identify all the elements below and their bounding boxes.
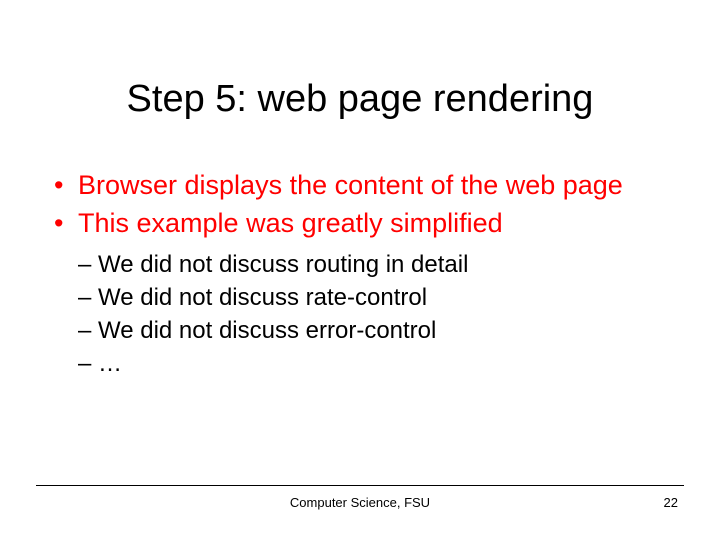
sub-bullet-item: We did not discuss rate-control — [78, 282, 672, 313]
bullet-item: This example was greatly simplified — [48, 207, 672, 241]
slide-title: Step 5: web page rendering — [0, 78, 720, 121]
slide: Step 5: web page rendering Browser displ… — [0, 0, 720, 540]
sub-bullet-item: We did not discuss routing in detail — [78, 249, 672, 280]
slide-body: Browser displays the content of the web … — [0, 169, 720, 381]
bullet-item: Browser displays the content of the web … — [48, 169, 672, 203]
footer-divider — [36, 485, 684, 486]
page-number: 22 — [664, 495, 678, 510]
sub-bullet-item: We did not discuss error-control — [78, 315, 672, 346]
sub-bullet-list: We did not discuss routing in detail We … — [48, 249, 672, 380]
footer-text: Computer Science, FSU — [0, 495, 720, 510]
sub-bullet-item: … — [78, 348, 672, 379]
